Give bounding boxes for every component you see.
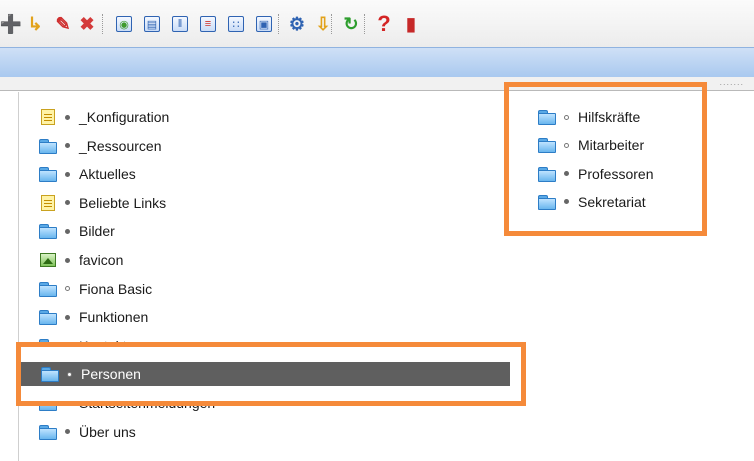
structure-button[interactable]: ▤ bbox=[141, 13, 163, 35]
toolbar-separator bbox=[364, 14, 366, 34]
tree-item[interactable]: Bilder bbox=[39, 219, 115, 243]
tree-item[interactable]: Über uns bbox=[39, 420, 136, 444]
copy-button[interactable]: ↳ bbox=[24, 13, 46, 35]
exit-icon: ▮ bbox=[406, 13, 416, 34]
details-view-icon: ▣ bbox=[256, 16, 272, 32]
help-button[interactable]: ? bbox=[373, 11, 395, 36]
highlight-box-subfolders bbox=[504, 82, 707, 236]
folder-icon bbox=[39, 224, 57, 240]
bullet-icon bbox=[65, 257, 70, 263]
highlight-box-personen bbox=[16, 342, 526, 406]
tree-item-label: Bilder bbox=[79, 223, 115, 240]
folder-icon bbox=[39, 424, 57, 440]
grid-view-icon: ∷ bbox=[228, 16, 244, 32]
list-view-icon: ≡ bbox=[200, 16, 216, 32]
tree-item-label: Funktionen bbox=[79, 309, 149, 326]
edit-button[interactable]: ✎ bbox=[52, 13, 74, 35]
tree-item-label: Fiona Basic bbox=[79, 280, 153, 297]
bullet-icon bbox=[65, 171, 70, 177]
toolbar-separator bbox=[102, 14, 104, 34]
new-document-icon: ➕ bbox=[0, 13, 23, 34]
tree-item[interactable]: _Konfiguration bbox=[39, 105, 169, 129]
image-icon bbox=[40, 253, 56, 267]
settings-icon: ⚙ bbox=[288, 13, 306, 34]
blue-header-bar bbox=[0, 47, 754, 78]
structure-icon: ▤ bbox=[144, 16, 160, 32]
tree-item[interactable]: _Ressourcen bbox=[39, 134, 162, 158]
document-icon bbox=[41, 194, 55, 211]
edit-icon: ✎ bbox=[55, 13, 71, 34]
new-document-button[interactable]: ➕ bbox=[0, 13, 22, 35]
tree-item-label: favicon bbox=[79, 252, 124, 268]
bullet-icon bbox=[65, 228, 70, 234]
folder-icon bbox=[39, 167, 57, 183]
delete-icon: ✖ bbox=[79, 13, 95, 34]
folder-icon bbox=[39, 138, 57, 154]
preview-button[interactable]: ◉ bbox=[113, 13, 135, 35]
bullet-icon bbox=[65, 143, 70, 149]
bullet-icon bbox=[65, 200, 70, 206]
toolbar: ➕ ↳ ✎ ✖ ◉ ▤ ‖ ≡ ∷ ▣ ⚙ ⇩ ↻? ▮ bbox=[0, 0, 754, 47]
exit-button[interactable]: ▮ bbox=[400, 13, 422, 35]
delete-button[interactable]: ✖ bbox=[76, 13, 98, 35]
preview-icon: ◉ bbox=[116, 16, 132, 32]
columns-button[interactable]: ‖ bbox=[169, 13, 191, 35]
tree-item-label: Aktuelles bbox=[79, 166, 136, 183]
grid-view-button[interactable]: ∷ bbox=[225, 13, 247, 35]
folder-icon bbox=[39, 310, 57, 326]
export-icon: ⇩ bbox=[315, 13, 331, 34]
bullet-icon bbox=[65, 114, 70, 120]
tree-item-label: Beliebte Links bbox=[79, 194, 167, 211]
columns-icon: ‖ bbox=[172, 16, 188, 32]
tree-item[interactable]: Aktuelles bbox=[39, 162, 136, 186]
details-view-button[interactable]: ▣ bbox=[253, 13, 275, 35]
tree-item[interactable]: Funktionen bbox=[39, 305, 148, 329]
tree-item-label: _Ressourcen bbox=[79, 137, 162, 154]
document-icon bbox=[41, 109, 55, 125]
tree-item[interactable]: Beliebte Links bbox=[39, 191, 166, 215]
refresh-icon: ↻ bbox=[343, 13, 359, 34]
bullet-icon bbox=[65, 286, 70, 292]
help-icon: ? bbox=[377, 11, 391, 36]
tree-item[interactable]: favicon bbox=[39, 248, 123, 272]
copy-icon: ↳ bbox=[27, 13, 43, 34]
tree-item[interactable]: Fiona Basic bbox=[39, 277, 152, 301]
bullet-icon bbox=[65, 429, 70, 435]
refresh-button[interactable]: ↻ bbox=[340, 13, 362, 35]
list-view-button[interactable]: ≡ bbox=[197, 13, 219, 35]
settings-button[interactable]: ⚙ bbox=[286, 13, 308, 35]
folder-icon bbox=[39, 281, 57, 297]
toolbar-separator bbox=[278, 14, 280, 34]
tree-item-label: _Konfiguration bbox=[79, 109, 170, 125]
toolbar-separator bbox=[331, 14, 333, 34]
bullet-icon bbox=[65, 314, 70, 320]
tree-item-label: Über uns bbox=[79, 423, 136, 440]
